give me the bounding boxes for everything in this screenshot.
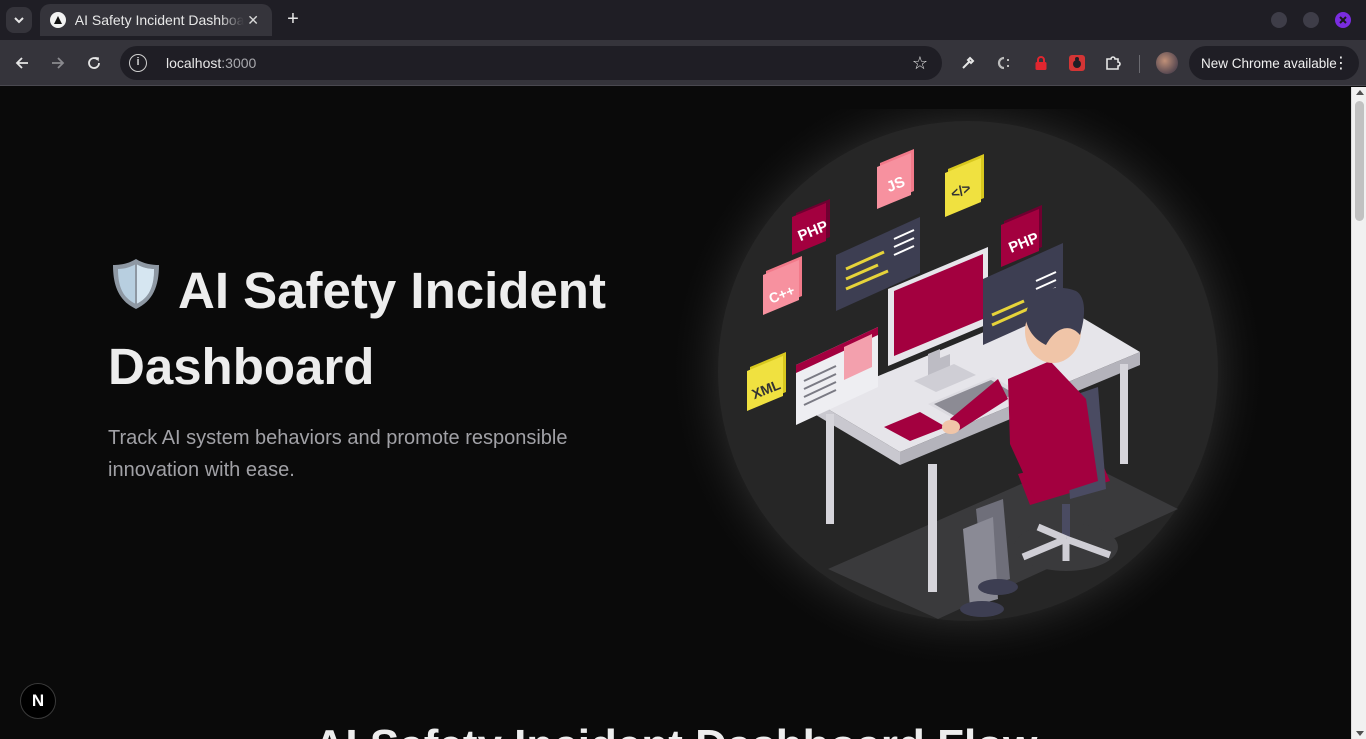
url-port: :3000: [221, 55, 257, 71]
scroll-up-arrow-icon[interactable]: [1356, 90, 1364, 95]
arrow-left-icon: [15, 57, 28, 69]
profile-avatar[interactable]: [1156, 52, 1178, 74]
tab-strip: AI Safety Incident Dashboard ✕ +: [0, 0, 1366, 40]
site-info-icon[interactable]: i: [129, 54, 147, 72]
arrow-right-icon: [52, 57, 65, 69]
close-window-button[interactable]: [1335, 12, 1351, 28]
browser-toolbar: i localhost:3000 ☆ New Chrome available …: [0, 40, 1366, 86]
flow-section-title: AI Safety Incident Dashboard Flow: [0, 721, 1351, 739]
forward-button[interactable]: [46, 51, 70, 75]
update-label: New Chrome available: [1201, 55, 1337, 71]
scroll-thumb[interactable]: [1355, 101, 1364, 221]
eyedropper-extension-icon[interactable]: [956, 51, 980, 75]
tab-title: AI Safety Incident Dashboard: [74, 12, 245, 28]
reload-icon: [88, 57, 100, 69]
new-tab-button[interactable]: +: [282, 9, 304, 31]
shield-icon: [108, 256, 164, 331]
css-extension-icon[interactable]: [993, 51, 1017, 75]
extensions-puzzle-icon[interactable]: [1101, 51, 1125, 75]
browser-tab[interactable]: AI Safety Incident Dashboard ✕: [40, 4, 272, 36]
page-scrollbar[interactable]: [1351, 87, 1366, 739]
chrome-update-button[interactable]: New Chrome available ⋮: [1189, 46, 1359, 80]
browser-menu-icon[interactable]: ⋮: [1333, 53, 1349, 73]
maximize-button[interactable]: [1303, 12, 1319, 28]
url-text: localhost:3000: [166, 55, 256, 71]
minimize-button[interactable]: [1271, 12, 1287, 28]
toolbar-divider: [1139, 55, 1140, 73]
lock-extension-icon[interactable]: [1029, 51, 1053, 75]
page-viewport: AI Safety Incident Dashboard Track AI sy…: [0, 87, 1351, 739]
developer-illustration: PHP JS </> PHP C++ XML: [658, 87, 1278, 671]
url-host: localhost: [166, 55, 222, 71]
bug-extension-icon[interactable]: [1065, 51, 1089, 75]
scroll-down-arrow-icon[interactable]: [1356, 731, 1364, 736]
close-icon: [1339, 16, 1347, 24]
chevron-down-icon: [14, 17, 24, 24]
tab-search-button[interactable]: [6, 7, 32, 33]
vercel-favicon-icon: [50, 12, 66, 28]
tab-close-button[interactable]: ✕: [244, 12, 262, 29]
address-bar[interactable]: i localhost:3000 ☆: [120, 46, 942, 80]
hero-subtitle: Track AI system behaviors and promote re…: [108, 427, 568, 481]
bookmark-star-icon[interactable]: ☆: [912, 53, 928, 74]
reload-button[interactable]: [82, 51, 106, 75]
hero-title-text: AI Safety Incident Dashboard: [108, 262, 606, 395]
hero-title: AI Safety Incident Dashboard: [108, 255, 668, 403]
back-button[interactable]: [10, 51, 34, 75]
nextjs-dev-indicator[interactable]: N: [20, 683, 56, 719]
